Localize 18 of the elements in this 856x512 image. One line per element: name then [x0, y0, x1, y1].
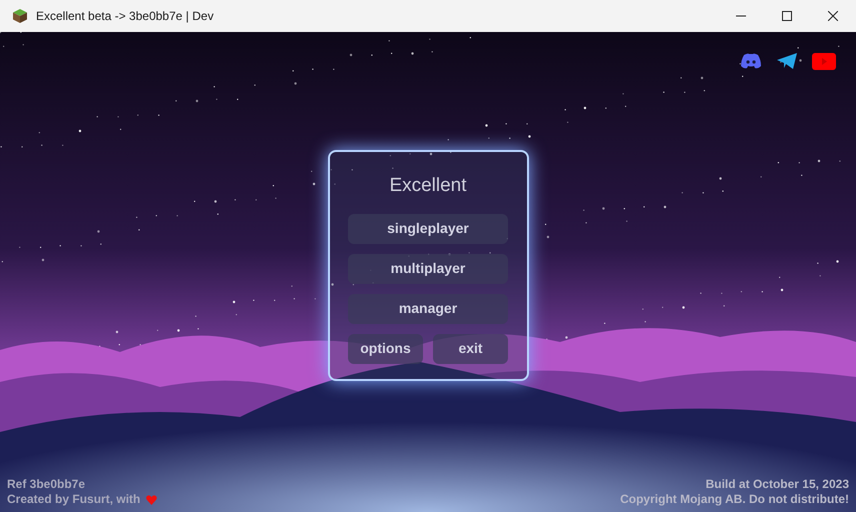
menu-button[interactable]: singleplayer — [348, 214, 508, 244]
ref-text: Ref 3be0bb7e — [7, 477, 86, 492]
play-button-icon[interactable] — [812, 52, 836, 70]
heart-icon — [146, 494, 158, 504]
credits-text: Created by Fusurt, with — [7, 492, 140, 507]
close-icon — [828, 11, 838, 21]
paper-plane-icon[interactable] — [776, 52, 798, 70]
copyright-text: Copyright Mojang AB. Do not distribute! — [620, 492, 849, 507]
menu-button[interactable]: exit — [433, 334, 508, 364]
discord-icon[interactable] — [740, 53, 762, 69]
menu-button[interactable]: manager — [348, 294, 508, 324]
window-title: Excellent beta -> 3be0bb7e | Dev — [36, 8, 214, 25]
menu-button[interactable]: options — [348, 334, 423, 364]
menu-button[interactable]: multiplayer — [348, 254, 508, 284]
build-text: Build at October 15, 2023 — [706, 477, 849, 492]
maximize-icon — [782, 11, 792, 21]
grass-block-icon — [12, 8, 28, 24]
menu-title: Excellent — [389, 174, 467, 198]
